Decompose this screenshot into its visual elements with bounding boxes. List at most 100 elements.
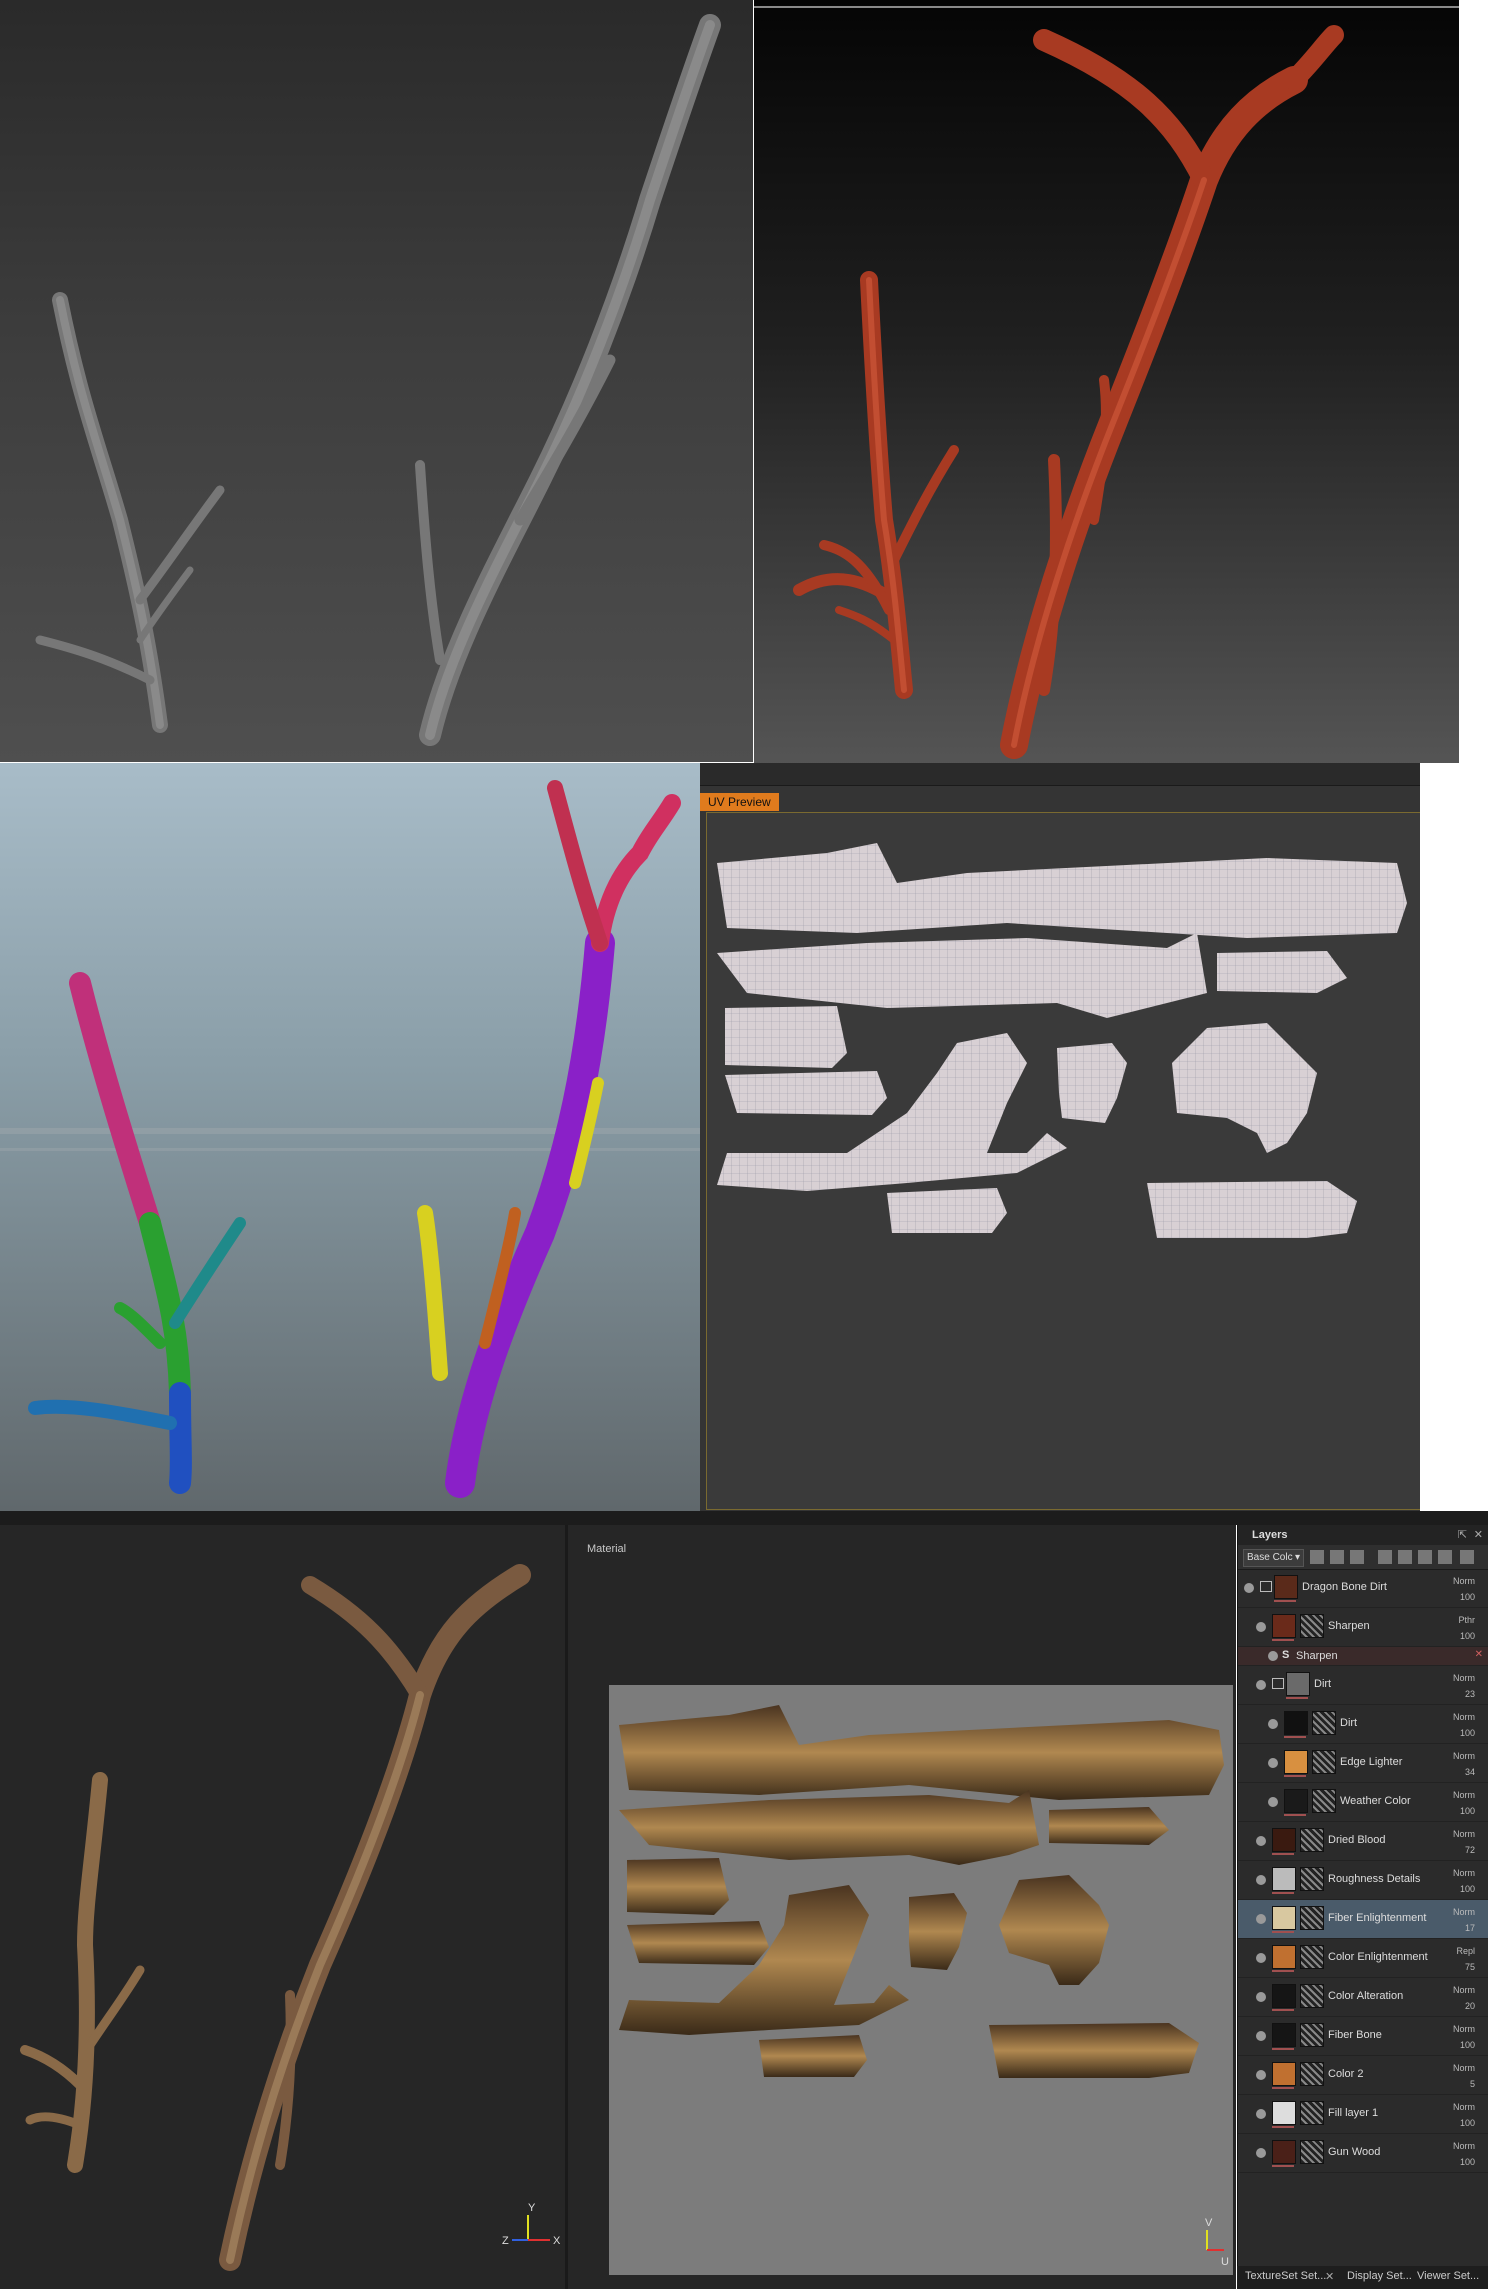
layer-mask-thumbnail[interactable] [1300,2062,1324,2086]
layer-row[interactable]: Fill layer 1 Norm 100 [1238,2095,1488,2134]
layer-row[interactable]: Weather Color Norm 100 [1238,1783,1488,1822]
visibility-eye-icon[interactable] [1256,1914,1266,1924]
layer-thumbnail [1272,2101,1296,2125]
layer-row[interactable]: Sharpen Pthr 100 [1238,1608,1488,1647]
layer-mask-thumbnail[interactable] [1300,2023,1324,2047]
layer-blend-opacity[interactable]: Norm 100 [1453,1573,1475,1605]
layer-blend-opacity[interactable]: Norm 5 [1453,2060,1475,2092]
layer-name: Dried Blood [1328,1834,1386,1846]
painter-toolbar[interactable] [0,1511,1488,1525]
maya-viewport[interactable] [0,763,700,1511]
layer-mask-thumbnail[interactable] [1300,2101,1324,2125]
popout-icon[interactable]: ⇱ [1458,1528,1467,1541]
visibility-eye-icon[interactable] [1268,1719,1278,1729]
layer-row[interactable]: Dried Blood Norm 72 [1238,1822,1488,1861]
layer-blend-opacity[interactable]: Norm 100 [1453,2021,1475,2053]
visibility-eye-icon[interactable] [1268,1797,1278,1807]
layer-mask-thumbnail[interactable] [1300,1984,1324,2008]
add-fill-layer-icon[interactable] [1330,1550,1344,1564]
layer-name: Weather Color [1340,1795,1411,1807]
visibility-eye-icon[interactable] [1256,2031,1266,2041]
layer-mask-thumbnail[interactable] [1300,2140,1324,2164]
add-generator-icon[interactable] [1418,1550,1432,1564]
tab-display-settings[interactable]: Display Set... [1347,2270,1412,2282]
layer-mask-thumbnail[interactable] [1312,1750,1336,1774]
remove-effect-icon[interactable]: ✕ [1475,1649,1483,1660]
layer-mask-thumbnail[interactable] [1300,1867,1324,1891]
visibility-eye-icon[interactable] [1256,2109,1266,2119]
layers-panel-header: Layers ⇱ ✕ [1238,1525,1488,1545]
layer-blend-opacity[interactable]: Repl 75 [1456,1943,1475,1975]
layer-blend-opacity[interactable]: Norm 100 [1453,2099,1475,2131]
trash-icon[interactable] [1460,1550,1474,1564]
uv-grid-area[interactable] [706,812,1422,1510]
tab-viewer-settings[interactable]: Viewer Set... [1417,2270,1479,2282]
opacity-value: 100 [1459,1631,1475,1641]
visibility-eye-icon[interactable] [1256,2070,1266,2080]
painter-3d-viewport[interactable]: Y X Z [0,1525,565,2289]
sculpt-viewport-red[interactable] [754,0,1459,766]
layer-row[interactable]: Gun Wood Norm 100 [1238,2134,1488,2173]
visibility-eye-icon[interactable] [1268,1651,1278,1661]
layer-mask-thumbnail[interactable] [1312,1789,1336,1813]
visibility-eye-icon[interactable] [1256,1836,1266,1846]
visibility-eye-icon[interactable] [1256,1622,1266,1632]
layer-blend-opacity[interactable]: Norm 100 [1453,1709,1475,1741]
visibility-eye-icon[interactable] [1256,1953,1266,1963]
channel-dropdown[interactable]: Base Colc ▾ [1243,1549,1304,1567]
layer-mask-thumbnail[interactable] [1300,1614,1324,1638]
add-effect-icon[interactable] [1378,1550,1392,1564]
visibility-eye-icon[interactable] [1256,1680,1266,1690]
layer-blend-opacity[interactable]: Norm 34 [1453,1748,1475,1780]
add-layer-icon[interactable] [1310,1550,1324,1564]
visibility-eye-icon[interactable] [1256,1875,1266,1885]
layers-panel[interactable]: Layers ⇱ ✕ Base Colc ▾ Dragon Bone Dirt No… [1237,1525,1488,2289]
uv-preview-tab[interactable]: UV Preview [700,793,779,811]
layer-mask-thumbnail[interactable] [1300,1828,1324,1852]
axis-label-x: X [553,2235,561,2247]
visibility-eye-icon[interactable] [1256,1992,1266,2002]
layer-row[interactable]: Dragon Bone Dirt Norm 100 [1238,1569,1488,1608]
layer-row[interactable]: Color Alteration Norm 20 [1238,1978,1488,2017]
sculpt-viewport-grey[interactable] [0,0,753,762]
sharpen-filter-icon: S [1282,1649,1290,1661]
layer-row[interactable]: Fiber Bone Norm 100 [1238,2017,1488,2056]
layer-blend-opacity[interactable]: Norm 100 [1453,1865,1475,1897]
layer-row[interactable]: Edge Lighter Norm 34 [1238,1744,1488,1783]
layer-mask-thumbnail[interactable] [1300,1945,1324,1969]
layer-blend-opacity[interactable]: Norm 20 [1453,1982,1475,2014]
colored-uv-shell-models [0,780,700,1498]
visibility-eye-icon[interactable] [1268,1758,1278,1768]
layer-row[interactable]: Dirt Norm 23 [1238,1666,1488,1705]
add-mask-icon[interactable] [1350,1550,1364,1564]
layer-row[interactable]: Dirt Norm 100 [1238,1705,1488,1744]
chevron-down-icon: ▾ [1294,1552,1300,1563]
layer-blend-opacity[interactable]: Norm 72 [1453,1826,1475,1858]
visibility-eye-icon[interactable] [1244,1583,1254,1593]
close-icon[interactable]: ✕ [1474,1528,1483,1541]
layer-effect-row[interactable]: S Sharpen ✕ [1238,1647,1488,1666]
folder-icon[interactable] [1272,1678,1284,1689]
opacity-value: 5 [1469,2079,1475,2089]
tab-textureset-settings[interactable]: TextureSet Set... [1245,2270,1326,2282]
layer-blend-opacity[interactable]: Norm 17 [1453,1904,1475,1936]
layer-blend-opacity[interactable]: Norm 100 [1453,2138,1475,2170]
layer-thumbnail [1284,1711,1308,1735]
layer-row[interactable]: Roughness Details Norm 100 [1238,1861,1488,1900]
layer-blend-opacity[interactable]: Pthr 100 [1458,1612,1475,1644]
add-folder-icon[interactable] [1438,1550,1452,1564]
layer-mask-thumbnail[interactable] [1312,1711,1336,1735]
tab-close-icon[interactable]: ✕ [1325,2270,1334,2283]
blend-mode: Norm [1453,1576,1475,1586]
layer-row[interactable]: Color Enlightenment Repl 75 [1238,1939,1488,1978]
layer-row[interactable]: Color 2 Norm 5 [1238,2056,1488,2095]
layer-blend-opacity[interactable]: Norm 23 [1453,1670,1475,1702]
layer-row[interactable]: Fiber Enlightenment Norm 17 [1238,1900,1488,1939]
folder-icon[interactable] [1260,1581,1272,1592]
layer-blend-opacity[interactable]: Norm 100 [1453,1787,1475,1819]
visibility-eye-icon[interactable] [1256,2148,1266,2158]
layer-mask-thumbnail[interactable] [1300,1906,1324,1930]
add-filter-icon[interactable] [1398,1550,1412,1564]
layer-color-bar [1272,1892,1294,1894]
layer-thumbnail [1284,1750,1308,1774]
